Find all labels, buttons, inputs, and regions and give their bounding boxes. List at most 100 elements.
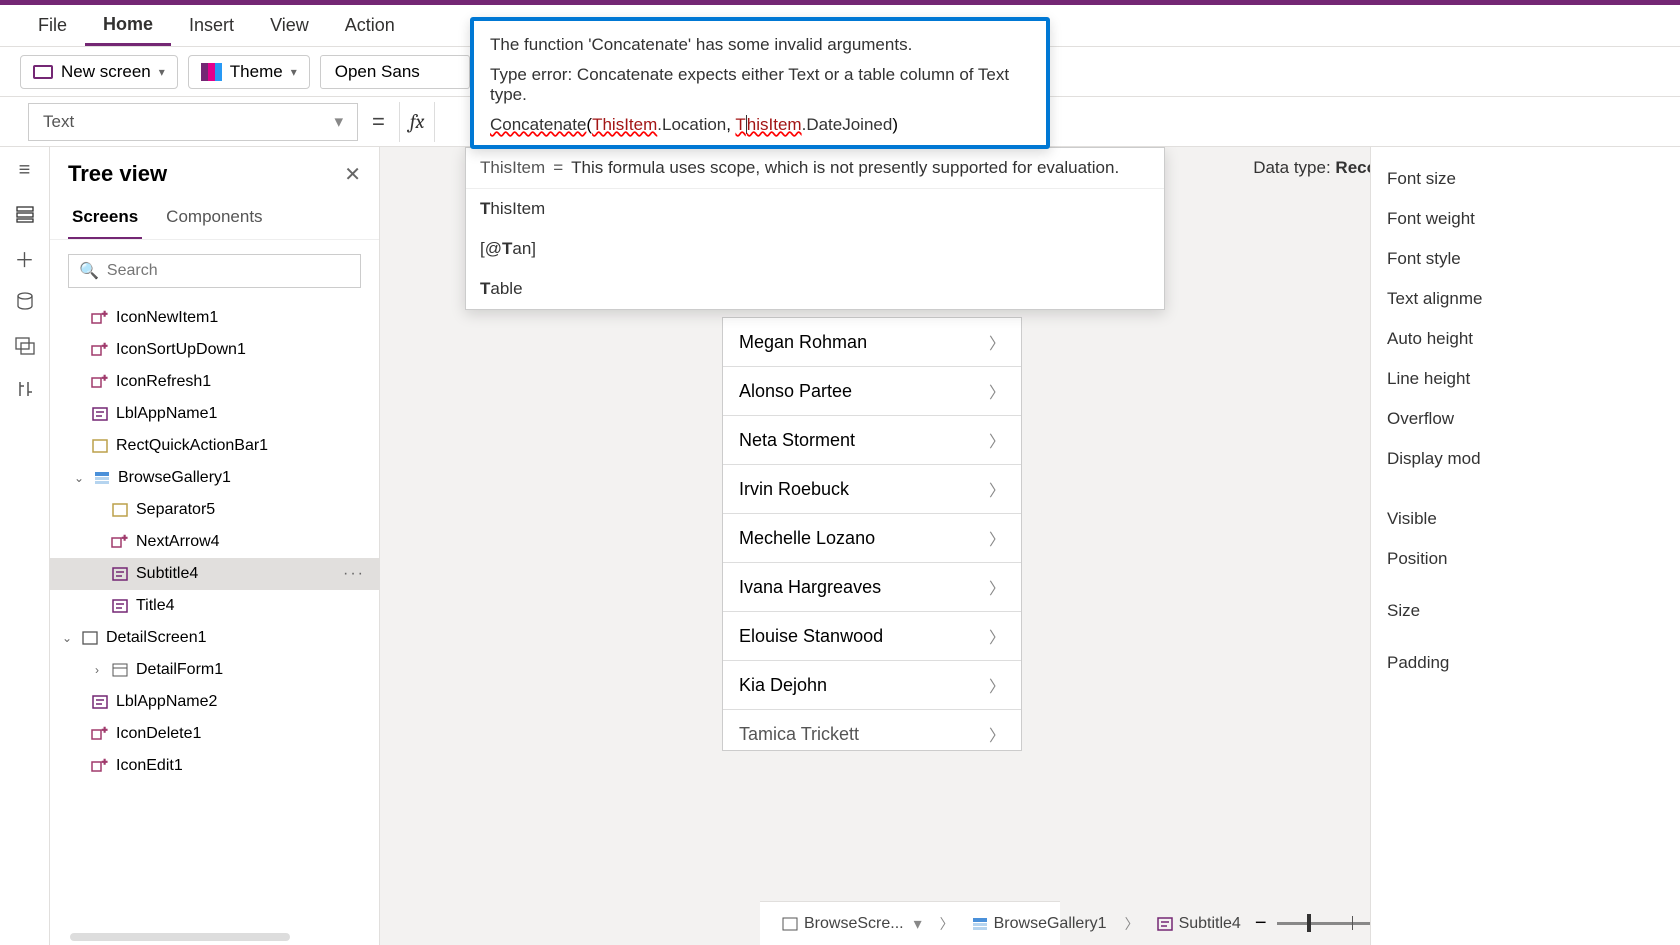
chevron-right-icon[interactable]: 〉	[989, 673, 1005, 697]
tree-item[interactable]: RectQuickActionBar1	[50, 430, 379, 462]
error-line2: Type error: Concatenate expects either T…	[490, 65, 1030, 105]
search-field[interactable]	[107, 262, 350, 280]
close-icon[interactable]: ✕	[344, 162, 361, 187]
intel-item[interactable]: Table	[466, 269, 1164, 309]
gallery-row[interactable]: Alonso Partee〉	[723, 367, 1021, 416]
tree-item[interactable]: +NextArrow4	[50, 526, 379, 558]
canvas[interactable]: ThisItem = This formula uses scope, whic…	[380, 147, 1370, 945]
tree-item[interactable]: +IconDelete1	[50, 718, 379, 750]
theme-button[interactable]: Theme ▾	[188, 55, 310, 89]
menu-home[interactable]: Home	[85, 6, 171, 46]
chevron-right-icon[interactable]: 〉	[989, 624, 1005, 648]
menu-action[interactable]: Action	[327, 7, 413, 44]
tree-item-subtitle4[interactable]: Subtitle4···	[50, 558, 379, 590]
prop-size[interactable]: Size	[1387, 591, 1680, 631]
prop-font-size[interactable]: Font size	[1387, 159, 1680, 199]
intel-item[interactable]: [@Tan]	[466, 229, 1164, 269]
tree-item[interactable]: +IconRefresh1	[50, 366, 379, 398]
chevron-right-icon[interactable]: 〉	[989, 526, 1005, 550]
gallery-row[interactable]: Mechelle Lozano〉	[723, 514, 1021, 563]
formula-bar: Text ▾ = fx The function 'Concatenate' h…	[0, 97, 1680, 147]
prop-font-weight[interactable]: Font weight	[1387, 199, 1680, 239]
tree-item[interactable]: Separator5	[50, 494, 379, 526]
gallery-preview: Megan Rohman〉 Alonso Partee〉 Neta Storme…	[722, 317, 1022, 751]
expand-icon[interactable]: ›	[90, 663, 104, 677]
chevron-right-icon[interactable]: 〉	[989, 379, 1005, 403]
collapse-icon[interactable]: ⌄	[60, 631, 74, 645]
gallery-row[interactable]: Tamica Trickett〉	[723, 710, 1021, 750]
prop-visible[interactable]: Visible	[1387, 499, 1680, 539]
prop-position[interactable]: Position	[1387, 539, 1680, 579]
prop-padding[interactable]: Padding	[1387, 643, 1680, 683]
menu-view[interactable]: View	[252, 7, 327, 44]
tree-item[interactable]: Title4	[50, 590, 379, 622]
intellisense-panel: ThisItem = This formula uses scope, whic…	[465, 147, 1165, 310]
chevron-right-icon[interactable]: 〉	[989, 575, 1005, 599]
search-input[interactable]: 🔍	[68, 254, 361, 288]
gallery-row[interactable]: Megan Rohman〉	[723, 318, 1021, 367]
prop-text-align[interactable]: Text alignme	[1387, 279, 1680, 319]
tree-item[interactable]: +IconNewItem1	[50, 302, 379, 334]
chevron-right-icon[interactable]: 〉	[989, 330, 1005, 354]
breadcrumb-control[interactable]: Subtitle4	[1147, 911, 1251, 937]
gallery-row[interactable]: Neta Storment〉	[723, 416, 1021, 465]
gallery-row[interactable]: Elouise Stanwood〉	[723, 612, 1021, 661]
gallery-row[interactable]: Ivana Hargreaves〉	[723, 563, 1021, 612]
gallery-row[interactable]: Irvin Roebuck〉	[723, 465, 1021, 514]
chevron-right-icon[interactable]: 〉	[989, 428, 1005, 452]
gallery-row[interactable]: Kia Dejohn〉	[723, 661, 1021, 710]
tree-item[interactable]: LblAppName2	[50, 686, 379, 718]
breadcrumb-gallery[interactable]: BrowseGallery1	[962, 911, 1117, 937]
tools-icon[interactable]	[14, 379, 36, 401]
add-icon[interactable]: ＋	[14, 247, 36, 269]
collapse-icon[interactable]: ⌄	[72, 471, 86, 485]
tree-item-detailscreen[interactable]: ⌄DetailScreen1	[50, 622, 379, 654]
new-screen-button[interactable]: New screen ▾	[20, 55, 178, 89]
chevron-down-icon: ▾	[291, 65, 297, 79]
tree-item[interactable]: +IconEdit1	[50, 750, 379, 782]
prop-line-height[interactable]: Line height	[1387, 359, 1680, 399]
svg-text:+: +	[102, 342, 107, 351]
tree-item[interactable]: ›DetailForm1	[50, 654, 379, 686]
zoom-out-button[interactable]: −	[1255, 912, 1267, 935]
media-icon[interactable]	[14, 335, 36, 357]
font-select[interactable]: Open Sans	[320, 55, 470, 89]
zoom-slider[interactable]	[1277, 922, 1370, 925]
tab-components[interactable]: Components	[162, 199, 266, 239]
data-icon[interactable]	[14, 291, 36, 313]
svg-text:+: +	[102, 310, 107, 319]
tab-screens[interactable]: Screens	[68, 199, 142, 239]
svg-text:+: +	[102, 374, 107, 383]
tree-view-icon[interactable]	[14, 203, 36, 225]
more-icon[interactable]: ···	[343, 565, 365, 583]
intel-token: ThisItem	[480, 158, 545, 178]
chevron-down-icon: ▾	[334, 112, 343, 132]
prop-font-style[interactable]: Font style	[1387, 239, 1680, 279]
formula-text[interactable]: Concatenate(ThisItem.Location, ThisItem.…	[490, 115, 1030, 135]
new-screen-label: New screen	[61, 62, 151, 82]
breadcrumb-screen[interactable]: BrowseScre... ▾	[772, 910, 932, 938]
menu-file[interactable]: File	[20, 7, 85, 44]
screen-icon	[782, 917, 798, 931]
prop-auto-height[interactable]: Auto height	[1387, 319, 1680, 359]
intel-item[interactable]: ThisItem	[466, 189, 1164, 229]
error-line1: The function 'Concatenate' has some inva…	[490, 35, 1030, 55]
chevron-down-icon[interactable]: ▾	[914, 914, 922, 934]
prop-overflow[interactable]: Overflow	[1387, 399, 1680, 439]
hamburger-icon[interactable]: ≡	[14, 159, 36, 181]
fx-icon: fx	[400, 110, 435, 133]
intel-description: This formula uses scope, which is not pr…	[571, 158, 1150, 178]
menu-insert[interactable]: Insert	[171, 7, 252, 44]
tree-item-gallery[interactable]: ⌄BrowseGallery1	[50, 462, 379, 494]
error-tooltip: The function 'Concatenate' has some inva…	[470, 17, 1050, 149]
chevron-down-icon: ▾	[159, 65, 165, 79]
prop-display-mode[interactable]: Display mod	[1387, 439, 1680, 479]
chevron-right-icon[interactable]: 〉	[989, 722, 1005, 746]
tree-item[interactable]: LblAppName1	[50, 398, 379, 430]
horizontal-scrollbar[interactable]	[70, 933, 290, 941]
property-select[interactable]: Text ▾	[28, 103, 358, 141]
tree-item[interactable]: +IconSortUpDown1	[50, 334, 379, 366]
chevron-right-icon[interactable]: 〉	[989, 477, 1005, 501]
label-icon	[1157, 917, 1173, 931]
search-icon: 🔍	[79, 261, 99, 281]
